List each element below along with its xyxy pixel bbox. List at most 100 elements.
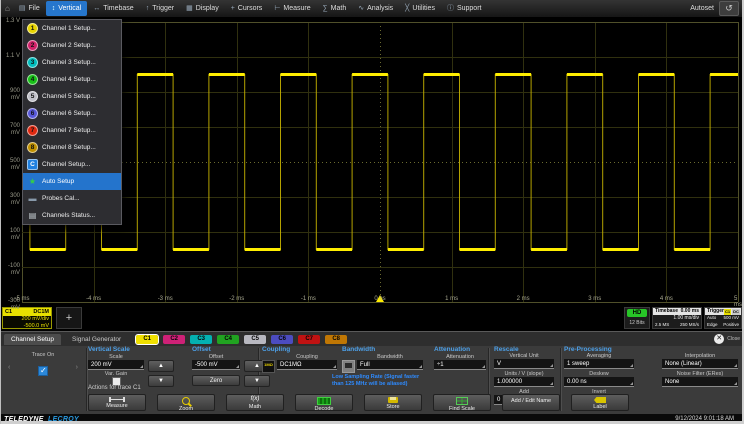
action-button-label: Zoom bbox=[158, 406, 214, 411]
menu-cursors[interactable]: +Cursors bbox=[225, 1, 269, 16]
menu-analysis[interactable]: ∿Analysis bbox=[352, 1, 399, 16]
dropdown-item-label: Channel 8 Setup... bbox=[42, 144, 96, 151]
channel-button-c8[interactable]: C8 bbox=[325, 335, 347, 344]
dropdown-item-channel-1-setup[interactable]: 1Channel 1 Setup... bbox=[23, 20, 121, 37]
timebase-descriptor[interactable]: Timebase 0.00 ms 1.00 ms/div 2.5 MS 250 … bbox=[652, 307, 702, 329]
offset-value: -500 mV bbox=[195, 362, 218, 368]
menubar: ⌂ ▤File↕Vertical↔Timebase↑Trigger▦Displa… bbox=[0, 0, 744, 17]
action-button-math[interactable]: f(x)Math bbox=[226, 394, 284, 411]
menu-file[interactable]: ▤File bbox=[13, 1, 46, 16]
action-button-measure[interactable]: Measure bbox=[88, 394, 146, 411]
menu-timebase[interactable]: ↔Timebase bbox=[87, 1, 139, 16]
hd-badge: HD bbox=[627, 309, 647, 317]
coupling-field[interactable]: DC1MΩ bbox=[277, 360, 337, 370]
timebase-icon: ↔ bbox=[93, 5, 100, 12]
dropdown-item-channel-2-setup[interactable]: 2Channel 2 Setup... bbox=[23, 37, 121, 54]
interpolation-value: None (Linear) bbox=[665, 361, 702, 367]
channel-button-c2[interactable]: C2 bbox=[163, 335, 185, 344]
dropdown-item-channel-setup[interactable]: CChannel Setup... bbox=[23, 156, 121, 173]
y-axis-label: 300 mV bbox=[0, 193, 20, 207]
coupling-section: Coupling Coupling 1MΩ DC1MΩ bbox=[262, 346, 340, 353]
cursors-icon: + bbox=[231, 5, 235, 12]
close-icon[interactable]: ✕ bbox=[714, 334, 724, 344]
dropdown-item-probes-cal[interactable]: ▬Probes Cal... bbox=[23, 190, 121, 207]
x-axis-label: 4 ms bbox=[660, 296, 673, 302]
acquisition-mode-box[interactable]: HD 12 Bits bbox=[624, 307, 650, 329]
timebase-title: Timebase bbox=[655, 308, 678, 315]
menu-math[interactable]: ∑Math bbox=[317, 1, 353, 16]
averaging-field[interactable]: 1 sweep bbox=[564, 359, 634, 369]
dropdown-item-label: Probes Cal... bbox=[42, 195, 80, 202]
action-button-find-scale[interactable]: Find Scale bbox=[433, 394, 491, 411]
zero-offset-button[interactable]: Zero bbox=[192, 375, 240, 386]
action-button-decode[interactable]: Decode bbox=[295, 394, 353, 411]
rescale-header: Rescale bbox=[494, 346, 556, 353]
attenuation-value: ÷1 bbox=[437, 362, 444, 368]
dropdown-item-channel-4-setup[interactable]: 4Channel 4 Setup... bbox=[23, 71, 121, 88]
tab-signal-generator[interactable]: Signal Generator bbox=[65, 334, 128, 345]
x-axis-label: 0 ns bbox=[374, 296, 385, 302]
trace-on-checkbox[interactable] bbox=[38, 366, 48, 376]
field-corner-icon bbox=[419, 365, 422, 368]
action-button-store[interactable]: Store bbox=[364, 394, 422, 411]
menu-item-label: Timebase bbox=[103, 5, 133, 12]
vertical-unit-field[interactable]: V bbox=[494, 359, 554, 369]
menu-display[interactable]: ▦Display bbox=[180, 1, 225, 16]
slope-field[interactable]: 1.000000 bbox=[494, 377, 554, 387]
undo-autoset-button[interactable]: ↺ bbox=[719, 1, 739, 16]
dropdown-item-channel-5-setup[interactable]: 5Channel 5 Setup... bbox=[23, 88, 121, 105]
dropdown-item-auto-setup[interactable]: ★Auto Setup bbox=[23, 173, 121, 190]
channel-button-c4[interactable]: C4 bbox=[217, 335, 239, 344]
auto-setup-icon: ★ bbox=[27, 178, 38, 186]
channel-badge-7: 7 bbox=[27, 125, 38, 136]
offset-down-button[interactable]: ▼ bbox=[244, 375, 270, 387]
deskew-field[interactable]: 0.00 ns bbox=[564, 377, 634, 387]
utilities-icon: ╳ bbox=[405, 5, 409, 12]
offset-field[interactable]: -500 mV bbox=[192, 360, 240, 370]
channel-button-c6[interactable]: C6 bbox=[271, 335, 293, 344]
interpolation-field[interactable]: None (Linear) bbox=[662, 359, 738, 369]
action-button-add-edit-name[interactable]: Add / Edit Name bbox=[502, 394, 560, 411]
dropdown-item-channel-3-setup[interactable]: 3Channel 3 Setup... bbox=[23, 54, 121, 71]
noise-filter-field[interactable]: None bbox=[662, 377, 738, 387]
close-panel-area: ✕ Close bbox=[714, 334, 740, 344]
x-axis-label: -5 ms bbox=[15, 296, 30, 302]
oscilloscope-screen: ⌂ ▤File↕Vertical↔Timebase↑Trigger▦Displa… bbox=[0, 0, 744, 424]
dropdown-item-channel-6-setup[interactable]: 6Channel 6 Setup... bbox=[23, 105, 121, 122]
vertical-scale-header: Vertical Scale bbox=[88, 346, 188, 353]
scale-up-button[interactable]: ▲ bbox=[148, 360, 174, 372]
action-button-label: Add / Edit Name bbox=[503, 398, 559, 404]
field-corner-icon bbox=[550, 382, 553, 385]
channel-button-c5[interactable]: C5 bbox=[244, 335, 266, 344]
action-button-zoom[interactable]: Zoom bbox=[157, 394, 215, 411]
attenuation-field[interactable]: ÷1 bbox=[434, 360, 486, 370]
menu-item-label: Display bbox=[196, 5, 219, 12]
dropdown-item-channel-8-setup[interactable]: 8Channel 8 Setup... bbox=[23, 139, 121, 156]
window-frame bbox=[0, 0, 1, 424]
dropdown-item-channel-7-setup[interactable]: 7Channel 7 Setup... bbox=[23, 122, 121, 139]
autoset-button[interactable]: Autoset bbox=[690, 5, 714, 12]
prev-trace-arrow[interactable]: ‹ bbox=[8, 364, 10, 371]
channel-button-c3[interactable]: C3 bbox=[190, 335, 212, 344]
menu-vertical[interactable]: ↕Vertical bbox=[46, 1, 87, 16]
menu-trigger[interactable]: ↑Trigger bbox=[140, 1, 180, 16]
action-button-label[interactable]: Label bbox=[571, 394, 629, 411]
menu-support[interactable]: ⓘSupport bbox=[441, 1, 488, 16]
timebase-samples: 2.5 MS bbox=[655, 322, 669, 329]
channel-button-c7[interactable]: C7 bbox=[298, 335, 320, 344]
tab-channel-setup[interactable]: Channel Setup bbox=[4, 334, 61, 345]
channel-button-c1[interactable]: C1 bbox=[136, 335, 158, 344]
trace-on-section: Trace On ‹ › bbox=[0, 346, 86, 376]
bandwidth-field[interactable]: Full bbox=[357, 360, 423, 370]
trigger-descriptor[interactable]: Trigger C1 DC Auto 500 mV Edge Positive bbox=[704, 307, 742, 329]
add-trace-button[interactable]: + bbox=[56, 307, 82, 329]
field-corner-icon bbox=[333, 365, 336, 368]
c1-coupling: DC1M bbox=[33, 309, 49, 315]
menu-utilities[interactable]: ╳Utilities bbox=[399, 1, 441, 16]
math-icon: ∑ bbox=[323, 5, 328, 12]
scale-field[interactable]: 200 mV bbox=[88, 360, 144, 370]
dropdown-item-channels-status[interactable]: ▤Channels Status... bbox=[23, 207, 121, 224]
next-trace-arrow[interactable]: › bbox=[76, 364, 78, 371]
menu-measure[interactable]: ⊢Measure bbox=[268, 1, 316, 16]
scale-down-button[interactable]: ▼ bbox=[148, 375, 174, 387]
